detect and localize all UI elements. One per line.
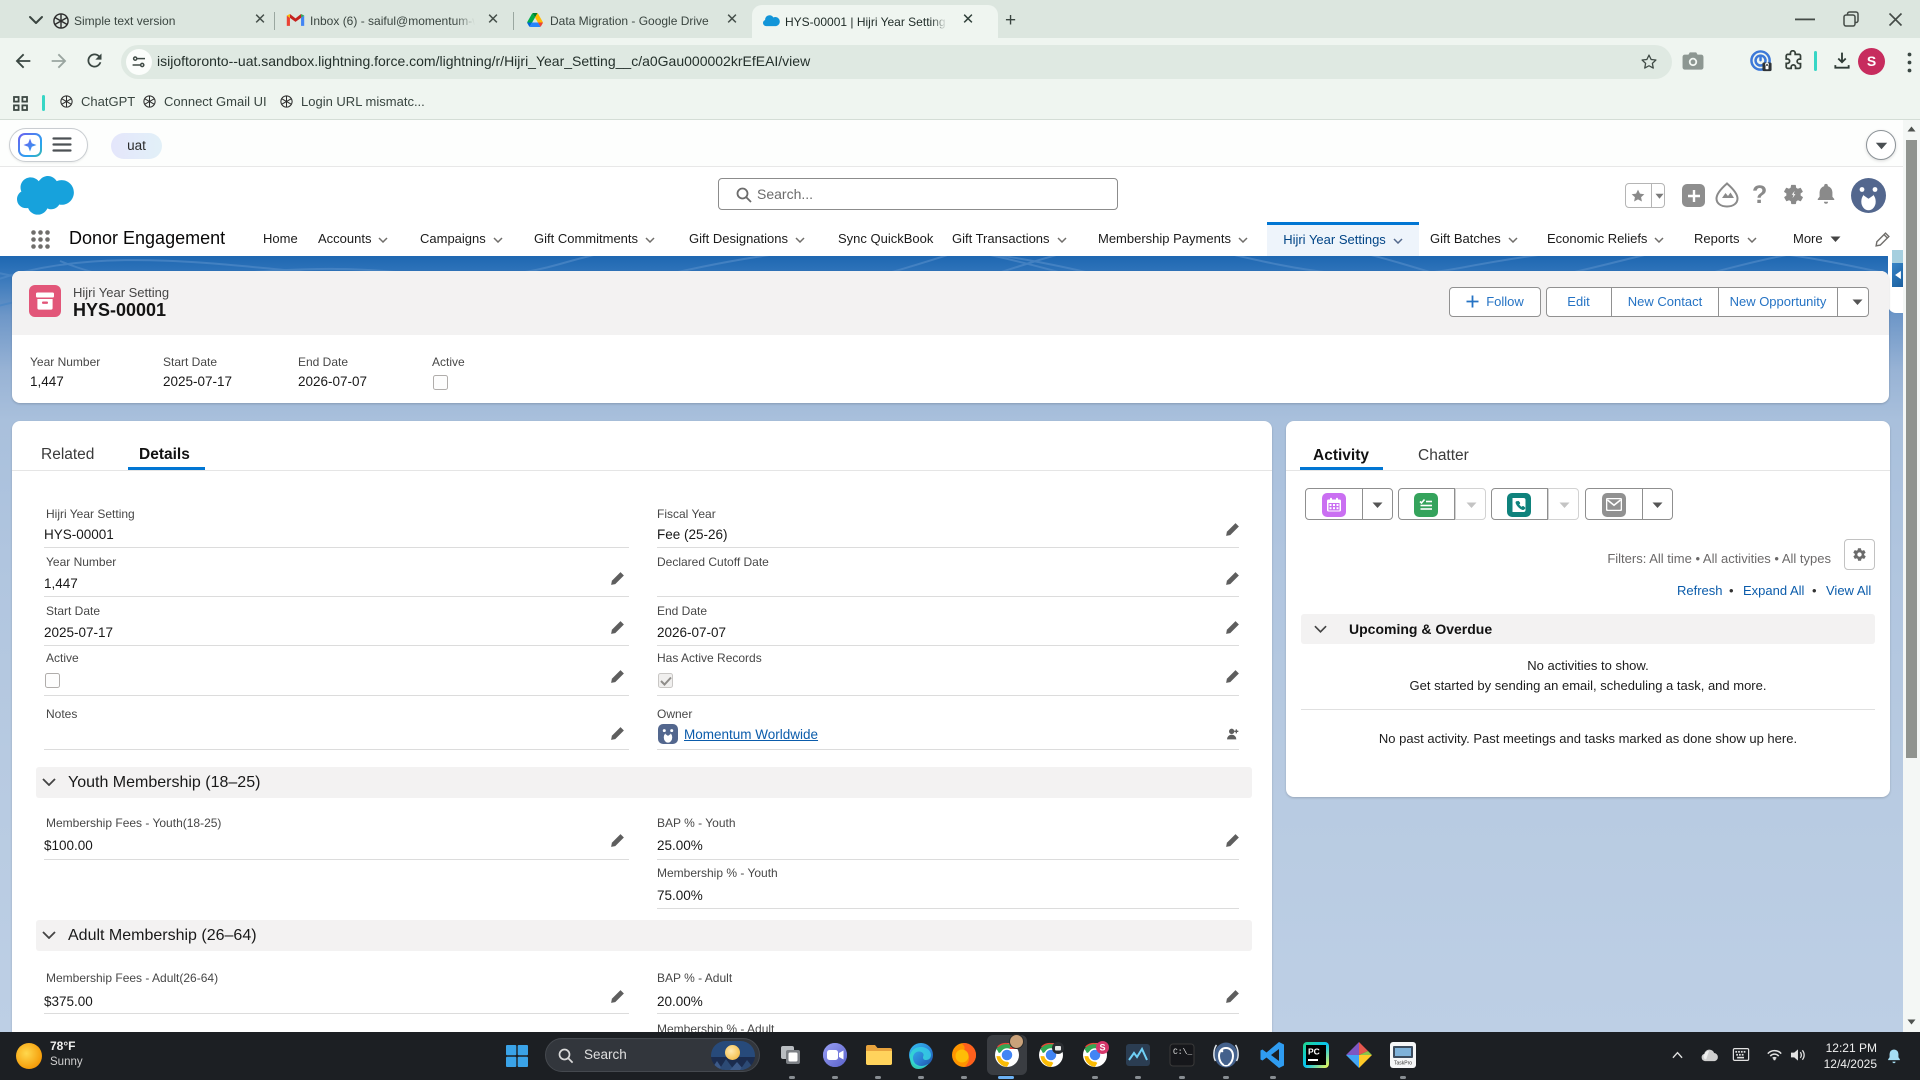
svg-text:C:\_: C:\_ xyxy=(1173,1048,1192,1057)
svg-text:PC: PC xyxy=(1308,1047,1320,1057)
svg-text:S: S xyxy=(1099,1043,1105,1053)
svg-text:TaskPro: TaskPro xyxy=(1394,1061,1412,1067)
